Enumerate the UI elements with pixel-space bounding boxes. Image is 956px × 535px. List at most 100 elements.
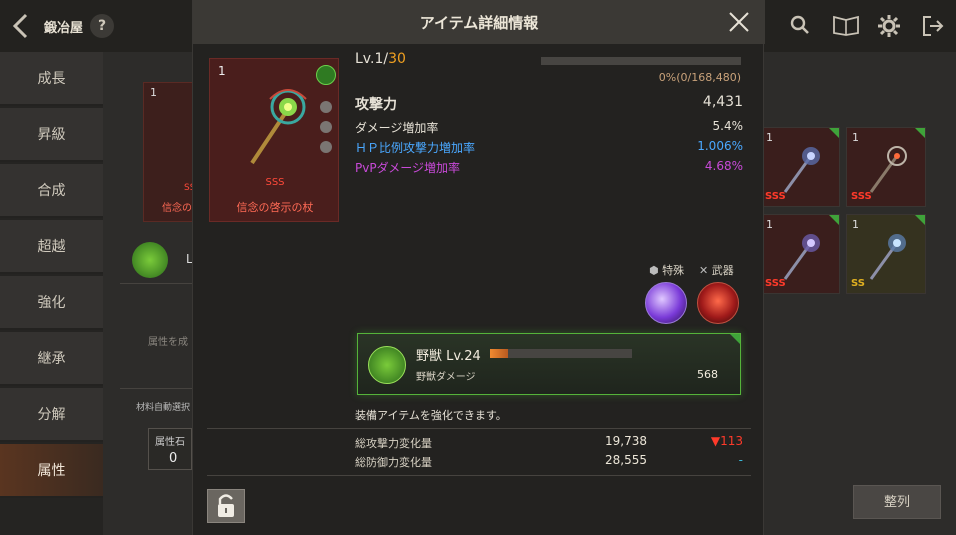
sidebar-item-dismantle[interactable]: 分解 [0, 388, 103, 442]
summary-label: 総防御力変化量 [355, 456, 432, 469]
pet-progress-bar [490, 349, 632, 358]
tag-weapon: ✕ 武器 [699, 262, 734, 278]
enhance-note: 装備アイテムを強化できます。 [355, 409, 507, 422]
sort-button[interactable]: 整列 [853, 485, 941, 519]
card-grade: SSS [765, 278, 786, 289]
sidebar-item-transcend[interactable]: 超越 [0, 220, 103, 274]
beast-icon [368, 346, 406, 384]
lock-icon [218, 494, 234, 517]
card-corner-badge [829, 128, 839, 138]
help-button[interactable]: ? [90, 14, 114, 38]
stat-value: 4,431 [702, 94, 743, 110]
item-count: 1 [218, 64, 226, 78]
background-divider-2 [120, 388, 195, 389]
pet-name: 野獣 Lv.24 [416, 349, 481, 364]
attribute-stone-box[interactable]: 属性石 0 [148, 428, 192, 470]
search-icon[interactable] [788, 14, 812, 38]
card-count: 1 [766, 131, 773, 144]
level-current: Lv.1/ [355, 51, 389, 67]
summary-value: 19,738 [605, 434, 647, 448]
tag-weapon-label: 武器 [711, 264, 734, 277]
card-count: 1 [852, 131, 859, 144]
card-grade: SSS [851, 191, 872, 202]
summary-value: 28,555 [605, 453, 647, 467]
xp-bar [541, 57, 741, 65]
grid-item-card[interactable]: 1 SSS [846, 127, 926, 207]
stat-row-damage: ダメージ増加率 5.4% [355, 119, 743, 136]
pet-badge-icon [316, 65, 336, 85]
background-attr-text: 属性を成 [148, 337, 188, 348]
sidebar-item-inherit[interactable]: 継承 [0, 332, 103, 386]
modal-title: アイテム詳細情報 [419, 14, 539, 32]
sidebar-item-growth[interactable]: 成長 [0, 52, 103, 106]
special-skill-icon[interactable] [645, 282, 687, 324]
stat-row-attack: 攻撃力 4,431 [355, 94, 743, 114]
close-icon[interactable] [725, 8, 753, 36]
book-icon[interactable] [832, 14, 860, 38]
sidebar-item-promote[interactable]: 昇級 [0, 108, 103, 162]
weapon-skill-icon[interactable] [697, 282, 739, 324]
item-level: Lv.1/30 [355, 51, 406, 67]
pet-progress-fill [490, 349, 509, 358]
crossed-swords-icon: ✕ [699, 264, 709, 277]
card-corner-badge [915, 128, 925, 138]
tag-special: ⬢ 特殊 [649, 262, 684, 278]
sidebar: 成長 昇級 合成 超越 強化 継承 分解 属性 [0, 52, 103, 535]
sidebar-item-combine[interactable]: 合成 [0, 164, 103, 218]
socket-slot [320, 141, 332, 153]
stat-value: 1.006% [697, 139, 743, 153]
pet-box[interactable]: 野獣 Lv.24 野獣ダメージ 568 [357, 333, 741, 395]
summary-label: 総攻撃力変化量 [355, 437, 432, 450]
item-card: 1 SSS 信念の啓示の杖 [209, 58, 339, 222]
exit-icon[interactable] [921, 14, 945, 38]
stat-label: ＨＰ比例攻撃力増加率 [355, 141, 476, 155]
stat-label: ダメージ増加率 [355, 121, 439, 135]
card-corner-badge [915, 215, 925, 225]
background-divider [120, 283, 195, 284]
summary-diff: - [738, 453, 743, 467]
staff-icon [869, 146, 907, 193]
card-grade: SS [851, 278, 865, 289]
stat-value: 4.68% [704, 159, 743, 173]
background-pet-icon [132, 242, 168, 278]
stat-label: 攻撃力 [355, 97, 397, 113]
staff-icon [783, 234, 820, 280]
staff-icon [783, 147, 820, 193]
staff-icon [250, 89, 307, 165]
stat-row-pvp: PvPダメージ増加率 4.68% [355, 159, 743, 176]
socket-slot [320, 121, 332, 133]
stat-value: 5.4% [712, 119, 744, 133]
xp-text: 0%(0/168,480) [658, 71, 741, 84]
item-detail-modal: アイテム詳細情報 1 SSS 信念の啓示の杖 Lv.1/30 0%(0/168,… [192, 0, 765, 535]
socket-slot [320, 101, 332, 113]
stat-row-hp-ratio: ＨＰ比例攻撃力増加率 1.006% [355, 139, 743, 156]
lock-button[interactable] [207, 489, 245, 523]
attribute-stone-value: 0 [169, 451, 178, 466]
level-max: 30 [388, 51, 406, 67]
divider [207, 475, 751, 476]
stat-label: PvPダメージ増加率 [355, 161, 460, 175]
background-card-name: 信念の [162, 203, 192, 214]
grid-item-card[interactable]: 1 SS [846, 214, 926, 294]
sidebar-item-enhance[interactable]: 強化 [0, 276, 103, 330]
item-grade: SSS [265, 177, 285, 188]
grid-item-card[interactable]: 1 SSS [760, 127, 840, 207]
attribute-stone-label: 属性石 [155, 437, 185, 448]
back-arrow-icon[interactable] [10, 12, 32, 40]
sidebar-item-attribute[interactable]: 属性 [0, 444, 103, 498]
card-count: 1 [852, 218, 859, 231]
pet-box-corner-badge [730, 334, 740, 344]
grid-item-card[interactable]: 1 SSS [760, 214, 840, 294]
card-count: 1 [766, 218, 773, 231]
pet-damage-value: 568 [697, 368, 718, 381]
page-title: 鍛冶屋 [44, 21, 84, 36]
summary-diff: ▼113 [710, 434, 743, 448]
staff-icon [869, 234, 906, 280]
hexagon-icon: ⬢ [649, 264, 659, 277]
item-name: 信念の啓示の杖 [236, 201, 314, 214]
gear-icon[interactable] [877, 14, 901, 38]
background-card-count: 1 [150, 86, 157, 99]
divider [207, 428, 751, 429]
card-corner-badge [829, 215, 839, 225]
pet-damage-label: 野獣ダメージ [416, 372, 476, 383]
